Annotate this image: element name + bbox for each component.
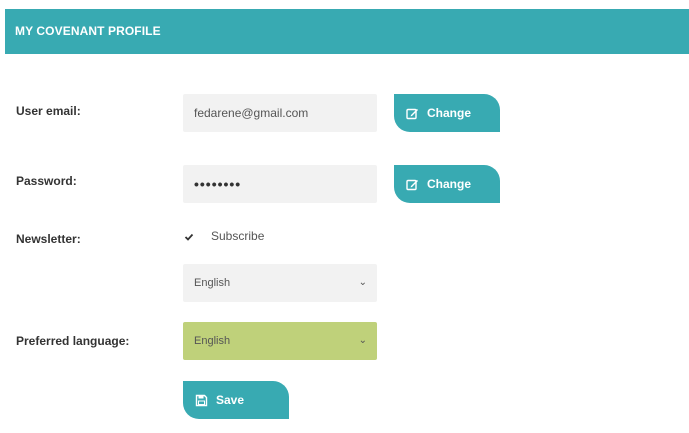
chevron-down-icon: ⌄ <box>358 335 367 346</box>
subscribe-checkbox[interactable] <box>183 231 195 243</box>
checkmark-icon <box>184 233 194 241</box>
change-password-label: Change <box>427 177 472 191</box>
chevron-down-icon: ⌄ <box>358 277 367 288</box>
change-password-button[interactable]: Change <box>394 165 500 203</box>
page-title: MY COVENANT PROFILE <box>15 24 161 38</box>
subscribe-label: Subscribe <box>211 229 265 243</box>
newsletter-label: Newsletter: <box>16 232 81 246</box>
newsletter-language-select[interactable]: English ⌄ <box>183 264 377 302</box>
password-label: Password: <box>16 174 77 188</box>
change-email-button[interactable]: Change <box>394 94 500 132</box>
edit-icon <box>406 178 419 191</box>
newsletter-language-value: English <box>194 277 231 289</box>
preferred-language-value: English <box>194 335 231 347</box>
change-email-label: Change <box>427 106 472 120</box>
save-label: Save <box>216 393 245 407</box>
email-field[interactable]: fedarene@gmail.com <box>183 94 377 132</box>
save-button[interactable]: Save <box>183 381 289 419</box>
preferred-language-label: Preferred language: <box>16 334 130 348</box>
preferred-language-select[interactable]: English ⌄ <box>183 322 377 360</box>
profile-header: MY COVENANT PROFILE <box>5 9 689 54</box>
edit-icon <box>406 107 419 120</box>
password-field[interactable]: •••••••• <box>183 165 377 203</box>
floppy-disk-icon <box>195 394 208 407</box>
email-label: User email: <box>16 104 81 118</box>
